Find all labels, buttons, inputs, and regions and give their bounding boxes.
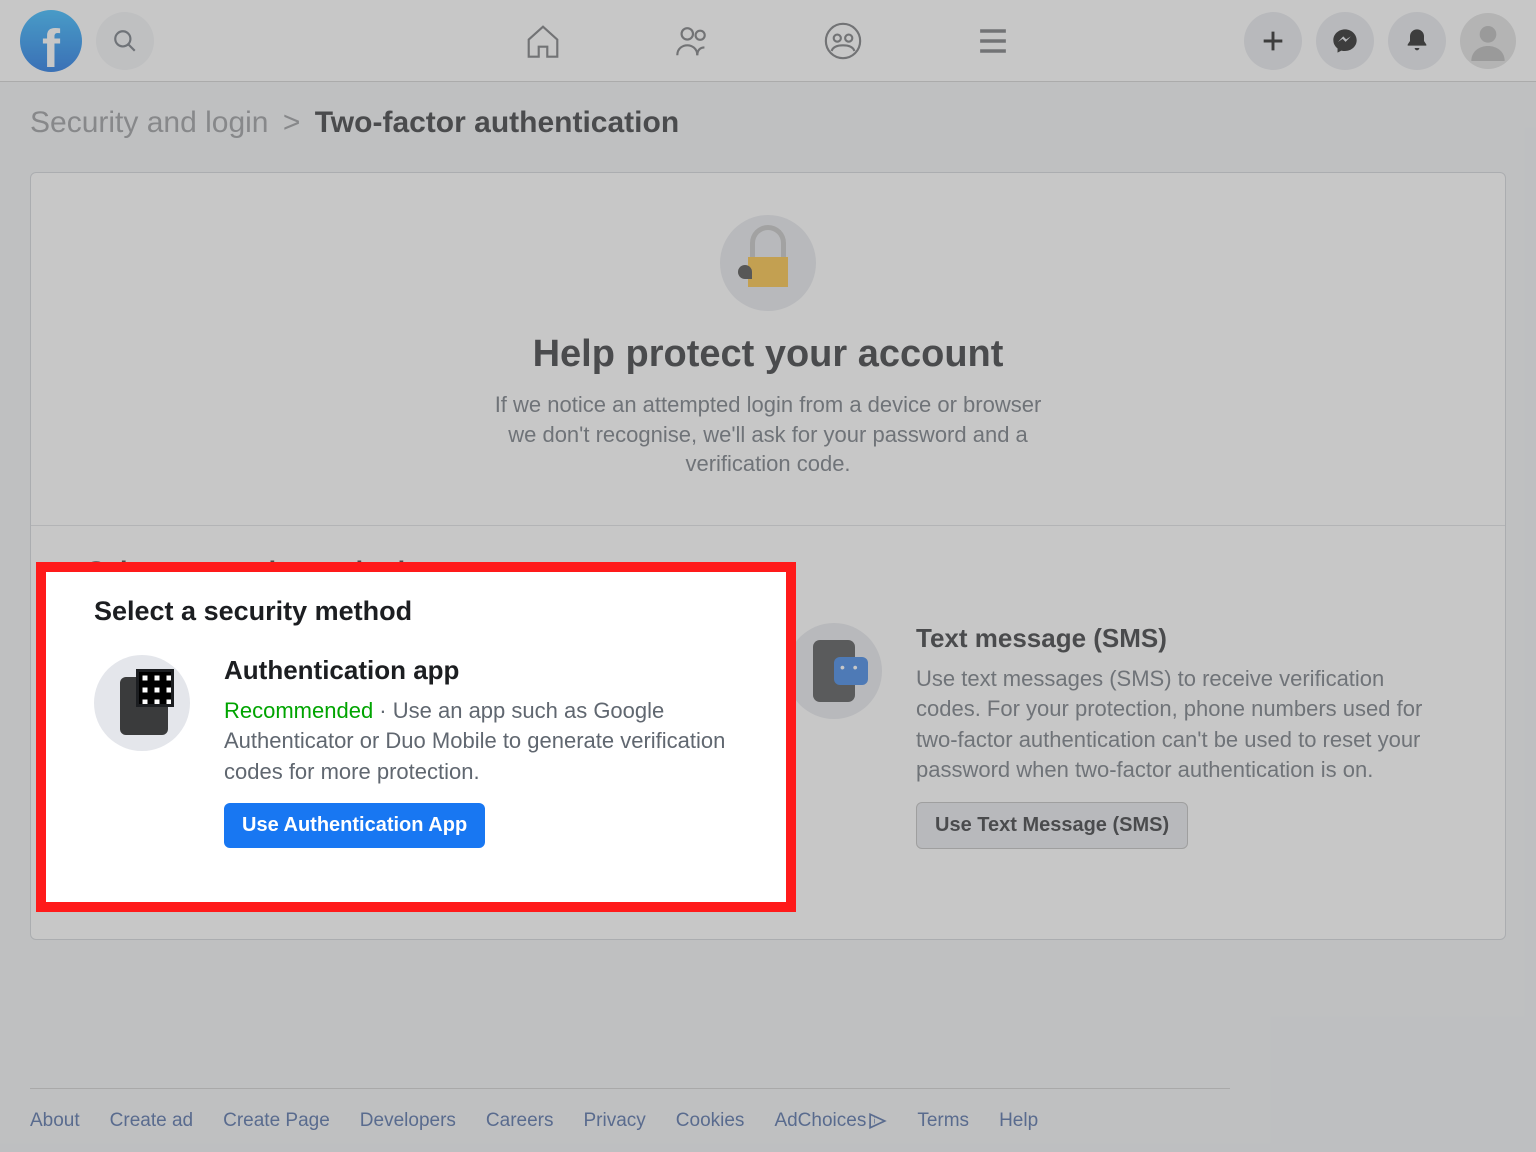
- search-icon: [112, 28, 138, 54]
- svg-text:i: i: [874, 1116, 876, 1125]
- account-avatar[interactable]: [1460, 13, 1516, 69]
- sms-icon: [786, 623, 882, 719]
- use-sms-button[interactable]: Use Text Message (SMS): [916, 802, 1188, 849]
- footer-create-page[interactable]: Create Page: [223, 1110, 330, 1132]
- lock-icon: [720, 215, 816, 311]
- footer-adchoices[interactable]: AdChoicesi: [774, 1110, 887, 1132]
- auth-app-icon-hl: [94, 655, 190, 751]
- highlight-box: Select a security method Authentication …: [36, 562, 796, 912]
- create-button[interactable]: [1244, 12, 1302, 70]
- footer-developers[interactable]: Developers: [360, 1110, 456, 1132]
- adchoices-icon: i: [869, 1113, 887, 1129]
- search-button[interactable]: [96, 12, 154, 70]
- home-icon: [523, 21, 563, 61]
- footer-terms[interactable]: Terms: [917, 1110, 969, 1132]
- friends-icon: [673, 21, 713, 61]
- facebook-logo[interactable]: [20, 10, 82, 72]
- footer-create-ad[interactable]: Create ad: [110, 1110, 193, 1132]
- sms-desc: Use text messages (SMS) to receive verif…: [916, 664, 1449, 785]
- breadcrumb-separator: >: [283, 106, 301, 139]
- hamburger-icon: [973, 21, 1013, 61]
- nav-center: [523, 21, 1013, 61]
- nav-right: [1244, 12, 1516, 70]
- auth-app-title: Authentication app: [224, 655, 738, 686]
- messenger-button[interactable]: [1316, 12, 1374, 70]
- footer-divider: [30, 1088, 1230, 1089]
- breadcrumb-current: Two-factor authentication: [315, 106, 679, 139]
- footer-help[interactable]: Help: [999, 1110, 1038, 1132]
- nav-friends[interactable]: [673, 21, 713, 61]
- footer-careers[interactable]: Careers: [486, 1110, 554, 1132]
- plus-icon: [1259, 27, 1287, 55]
- person-icon: [1468, 21, 1508, 61]
- footer-links: About Create ad Create Page Developers C…: [30, 1110, 1038, 1132]
- nav-menu[interactable]: [973, 21, 1013, 61]
- notifications-button[interactable]: [1388, 12, 1446, 70]
- messenger-icon: [1331, 27, 1359, 55]
- groups-icon: [823, 21, 863, 61]
- footer-cookies[interactable]: Cookies: [676, 1110, 745, 1132]
- breadcrumb-parent[interactable]: Security and login: [30, 106, 268, 139]
- bell-icon: [1403, 27, 1431, 55]
- auth-app-desc: Recommended · Use an app such as Google …: [224, 696, 738, 787]
- footer-privacy[interactable]: Privacy: [583, 1110, 645, 1132]
- hero-description: If we notice an attempted login from a d…: [488, 390, 1048, 479]
- footer-about[interactable]: About: [30, 1110, 80, 1132]
- use-auth-app-button[interactable]: Use Authentication App: [224, 803, 485, 848]
- highlight-title: Select a security method: [94, 596, 738, 627]
- hero-title: Help protect your account: [61, 333, 1475, 376]
- sms-title: Text message (SMS): [916, 623, 1449, 654]
- nav-groups[interactable]: [823, 21, 863, 61]
- top-header: [0, 0, 1536, 82]
- method-sms: Text message (SMS) Use text messages (SM…: [786, 623, 1449, 848]
- breadcrumb: Security and login > Two-factor authenti…: [0, 82, 1536, 158]
- nav-home[interactable]: [523, 21, 563, 61]
- hero: Help protect your account If we notice a…: [31, 173, 1505, 499]
